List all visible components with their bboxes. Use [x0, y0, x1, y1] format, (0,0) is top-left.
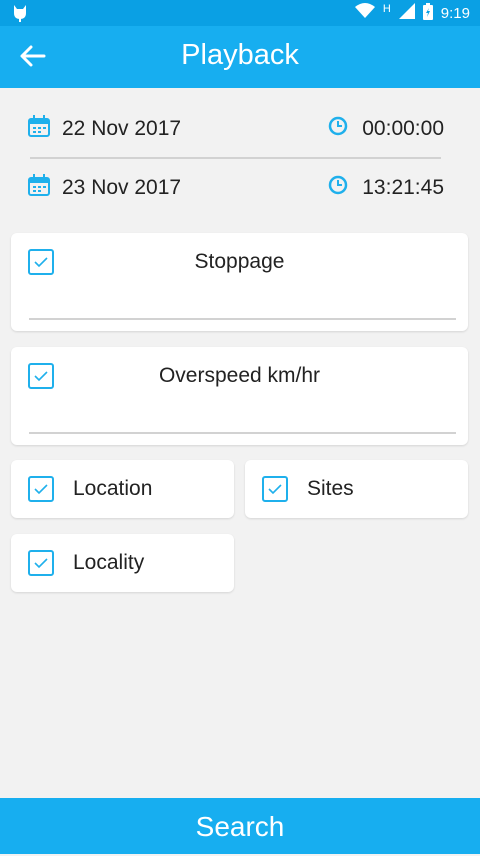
to-time-value: 13:21:45	[362, 176, 444, 199]
locality-label: Locality	[73, 551, 145, 574]
status-bar: H 9:19	[0, 0, 480, 26]
battery-icon	[422, 2, 433, 24]
to-date-picker[interactable]: 23 Nov 2017	[28, 168, 181, 208]
app-bar: Playback	[0, 26, 480, 88]
signal-icon	[398, 3, 415, 23]
stoppage-label: Stoppage	[194, 250, 285, 273]
locality-checkbox[interactable]	[28, 550, 54, 576]
cat-icon	[12, 4, 28, 27]
checkbox-checked-icon	[34, 558, 48, 569]
sites-option[interactable]: Sites	[245, 460, 468, 518]
overspeed-input-underline[interactable]	[29, 432, 456, 434]
status-time: 9:19	[440, 4, 470, 22]
calendar-icon	[28, 174, 50, 202]
overspeed-label: Overspeed km/hr	[158, 364, 321, 387]
from-date-value: 22 Nov 2017	[62, 117, 182, 140]
from-datetime-row: 22 Nov 2017 00:00:00	[28, 109, 444, 149]
page-title: Playback	[181, 39, 299, 71]
checkbox-checked-icon	[268, 484, 282, 495]
to-datetime-row: 23 Nov 2017 13:21:45	[28, 168, 444, 208]
to-date-value: 23 Nov 2017	[62, 176, 182, 199]
location-checkbox[interactable]	[28, 476, 54, 502]
divider	[30, 157, 441, 159]
calendar-icon	[28, 115, 50, 143]
locality-option[interactable]: Locality	[11, 534, 234, 592]
checkbox-checked-icon	[34, 484, 48, 495]
from-time-picker[interactable]: 00:00:00	[328, 109, 444, 149]
location-label: Location	[73, 477, 153, 500]
sites-checkbox[interactable]	[262, 476, 288, 502]
wifi-icon	[354, 3, 375, 23]
from-date-picker[interactable]: 22 Nov 2017	[28, 109, 181, 149]
overspeed-card: Overspeed km/hr	[11, 347, 468, 445]
network-type: H	[382, 3, 391, 15]
to-time-picker[interactable]: 13:21:45	[328, 168, 444, 208]
location-option[interactable]: Location	[11, 460, 234, 518]
stoppage-card: Stoppage	[11, 233, 468, 331]
from-time-value: 00:00:00	[362, 117, 444, 140]
stoppage-input-underline[interactable]	[29, 318, 456, 320]
search-button[interactable]: Search	[0, 798, 480, 854]
sites-label: Sites	[307, 477, 354, 500]
clock-icon	[328, 175, 348, 201]
clock-icon	[328, 116, 348, 142]
